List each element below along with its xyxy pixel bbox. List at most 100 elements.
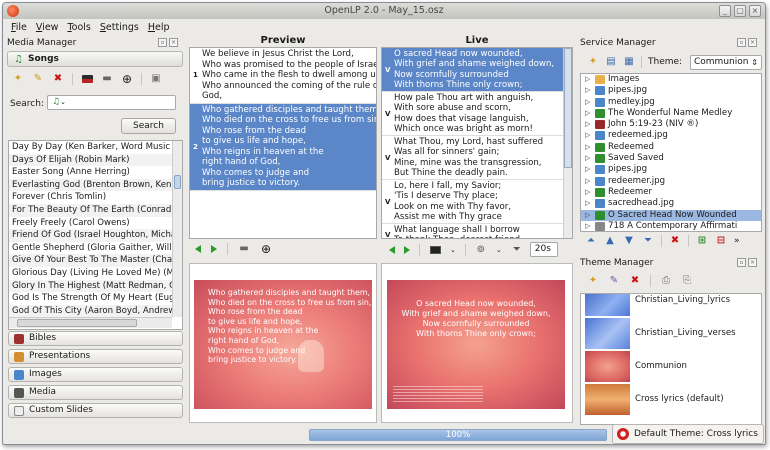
theme-item[interactable]: Cross lyrics (default) — [581, 383, 759, 415]
live-scrollbar[interactable] — [563, 48, 572, 238]
song-list-item[interactable]: Everlasting God (Brenton Brown, Ken F — [9, 178, 182, 192]
dock-close-icon[interactable]: × — [748, 38, 757, 47]
live-slide[interactable]: V What Thou, my Lord, hast suffered Was al… — [382, 136, 572, 180]
chevron-down-icon[interactable]: ⌄ — [450, 246, 456, 254]
preview-slide-list[interactable]: 1 We believe in Jesus Christ the Lord, Who… — [189, 47, 377, 239]
move-bottom-icon[interactable]: ⏷ — [642, 235, 654, 247]
new-theme-icon[interactable]: ✦ — [587, 275, 599, 287]
live-slide[interactable]: V Lo, here I fall, my Savior; 'Tis I deser… — [382, 180, 572, 224]
expand-arrow-icon[interactable]: ▷ — [585, 210, 590, 221]
database-icon[interactable]: ▣ — [150, 73, 162, 85]
service-item[interactable]: ▷ Images — [581, 74, 761, 85]
service-item[interactable]: ▷ 718 A Contemporary Affirmati — [581, 221, 761, 231]
previous-slide-button[interactable] — [195, 245, 201, 253]
edit-theme-icon[interactable]: ✎ — [608, 275, 620, 287]
preview-icon[interactable] — [81, 73, 93, 85]
dock-float-icon[interactable]: ▫ — [737, 258, 746, 267]
expand-arrow-icon[interactable]: ▷ — [585, 142, 590, 153]
expand-arrow-icon[interactable]: ▷ — [585, 153, 590, 164]
song-list-item[interactable]: Forever (Chris Tomlin) — [9, 191, 182, 204]
move-top-icon[interactable]: ⏶ — [585, 235, 597, 247]
service-item[interactable]: ▷ redeemer.jpg — [581, 176, 761, 187]
maximize-button[interactable]: ▢ — [734, 5, 746, 17]
edit-icon[interactable]: ✎ — [32, 73, 44, 85]
collapse-all-icon[interactable]: ⊟ — [715, 235, 727, 247]
bibles-category-button[interactable]: Bibles — [8, 331, 183, 346]
open-service-icon[interactable]: ▤ — [605, 56, 617, 68]
song-list-item[interactable]: For The Beauty Of The Earth (Conrad K — [9, 203, 182, 217]
song-list-item[interactable]: Easter Song (Anne Herring) — [9, 166, 182, 179]
add-to-service-icon[interactable]: ⊕ — [121, 73, 133, 85]
expand-arrow-icon[interactable]: ▷ — [585, 85, 590, 96]
expand-arrow-icon[interactable]: ▷ — [585, 221, 590, 231]
delete-icon[interactable]: ✖ — [669, 235, 681, 247]
search-type-input[interactable]: ♫⌄ — [47, 95, 176, 110]
delete-theme-icon[interactable]: ✖ — [629, 275, 641, 287]
move-up-icon[interactable]: ▲ — [604, 235, 616, 247]
go-live-icon[interactable]: ▬ — [238, 243, 250, 255]
theme-item[interactable]: Christian_Living_verses — [581, 317, 759, 349]
service-item[interactable]: ▷ pipes.jpg — [581, 164, 761, 175]
theme-list[interactable]: Christian_Living_lyrics Christian_Living… — [580, 293, 762, 425]
scrollbar-thumb[interactable] — [174, 175, 181, 189]
menu-file[interactable]: File — [11, 22, 27, 33]
blank-screen-icon[interactable] — [429, 244, 441, 256]
song-list-item[interactable]: Glory In The Highest (Matt Redman, Che — [9, 279, 182, 293]
live-slide[interactable]: VO sacred Head now wounded, With grief an… — [382, 48, 572, 92]
save-service-icon[interactable]: ▦ — [623, 56, 635, 68]
images-category-button[interactable]: Images — [8, 367, 183, 382]
song-list[interactable]: Day By Day (Ken Barker, Word Music G Days… — [8, 140, 183, 330]
new-service-icon[interactable]: ✦ — [587, 56, 599, 68]
go-live-icon[interactable]: ▬ — [101, 73, 113, 85]
service-item[interactable]: ▷ sacredhead.jpg — [581, 198, 761, 209]
next-slide-button[interactable] — [404, 245, 410, 254]
song-list-item[interactable]: God Of This City (Aaron Boyd, Andrew — [9, 304, 182, 318]
export-theme-icon[interactable]: ⎘ — [681, 275, 693, 287]
search-button[interactable]: Search — [121, 118, 176, 134]
import-theme-icon[interactable]: ⎙ — [660, 275, 672, 287]
expand-arrow-icon[interactable]: ▷ — [585, 198, 590, 209]
songs-section-header[interactable]: ♫ Songs — [7, 51, 183, 67]
import-icon[interactable]: ✦ — [12, 73, 24, 85]
scrollbar-thumb[interactable] — [564, 48, 572, 168]
add-to-service-icon[interactable]: ⊕ — [260, 243, 272, 255]
live-slide[interactable]: VWhat language shall I borrowTo thank Th… — [382, 224, 572, 239]
chevron-down-icon[interactable]: ⌄ — [496, 246, 502, 254]
song-list-item[interactable]: Freely Freely (Carol Owens) — [9, 217, 182, 230]
more-chevron-icon[interactable]: » — [734, 236, 740, 246]
dock-close-icon[interactable]: × — [748, 258, 757, 267]
theme-item[interactable]: Christian_Living_lyrics — [581, 294, 759, 316]
expand-arrow-icon[interactable]: ▷ — [585, 97, 590, 108]
service-item[interactable]: ▷ redeemed.jpg — [581, 130, 761, 141]
menu-tools[interactable]: Tools — [67, 22, 90, 33]
service-item[interactable]: ▷ Redeemed — [581, 142, 761, 153]
minimize-button[interactable]: _ — [719, 5, 731, 17]
expand-arrow-icon[interactable]: ▷ — [585, 108, 590, 119]
move-down-icon[interactable]: ▼ — [623, 235, 635, 247]
dock-float-icon[interactable]: ▫ — [158, 38, 167, 47]
service-item[interactable]: ▷ pipes.jpg — [581, 85, 761, 96]
expand-arrow-icon[interactable]: ▷ — [585, 164, 590, 175]
delay-spinbox[interactable]: 20s — [529, 242, 558, 257]
preview-slide[interactable]: 2 Who gathered disciples and taught them,… — [190, 103, 376, 191]
song-list-scrollbar[interactable] — [172, 141, 182, 317]
service-item[interactable]: ▷ Redeemer — [581, 187, 761, 198]
theme-item[interactable]: Communion — [581, 350, 759, 382]
menu-view[interactable]: View — [36, 22, 59, 33]
loop-icon[interactable]: ⊚ — [475, 244, 487, 256]
service-item[interactable]: ▷ medley.jpg — [581, 97, 761, 108]
song-list-item[interactable]: Friend Of God (Israel Houghton, Micha — [9, 229, 182, 242]
delete-icon[interactable]: ✖ — [52, 73, 64, 85]
live-slide[interactable]: V How pale Thou art with anguish, With sor… — [382, 92, 572, 136]
expand-all-icon[interactable]: ⊞ — [696, 235, 708, 247]
service-item[interactable]: ▷ John 5:19-23 (NIV ®) — [581, 119, 761, 130]
service-item[interactable]: ▷ O Sacred Head Now Wounded — [581, 209, 761, 221]
expand-arrow-icon[interactable]: ▷ — [585, 130, 590, 141]
song-list-item[interactable]: God Is The Strength Of My Heart (Euge — [9, 292, 182, 305]
song-list-item[interactable]: Day By Day (Ken Barker, Word Music G — [9, 141, 182, 154]
service-item-list[interactable]: ▷ Images ▷ pipes.jpg ▷ medley.jpg ▷ The Wonderf… — [580, 73, 762, 232]
next-slide-button[interactable] — [211, 245, 217, 253]
song-list-item[interactable]: Days Of Elijah (Robin Mark) — [9, 153, 182, 167]
live-slide-list[interactable]: VO sacred Head now wounded, With grief an… — [381, 47, 573, 239]
presentations-category-button[interactable]: Presentations — [8, 349, 183, 364]
